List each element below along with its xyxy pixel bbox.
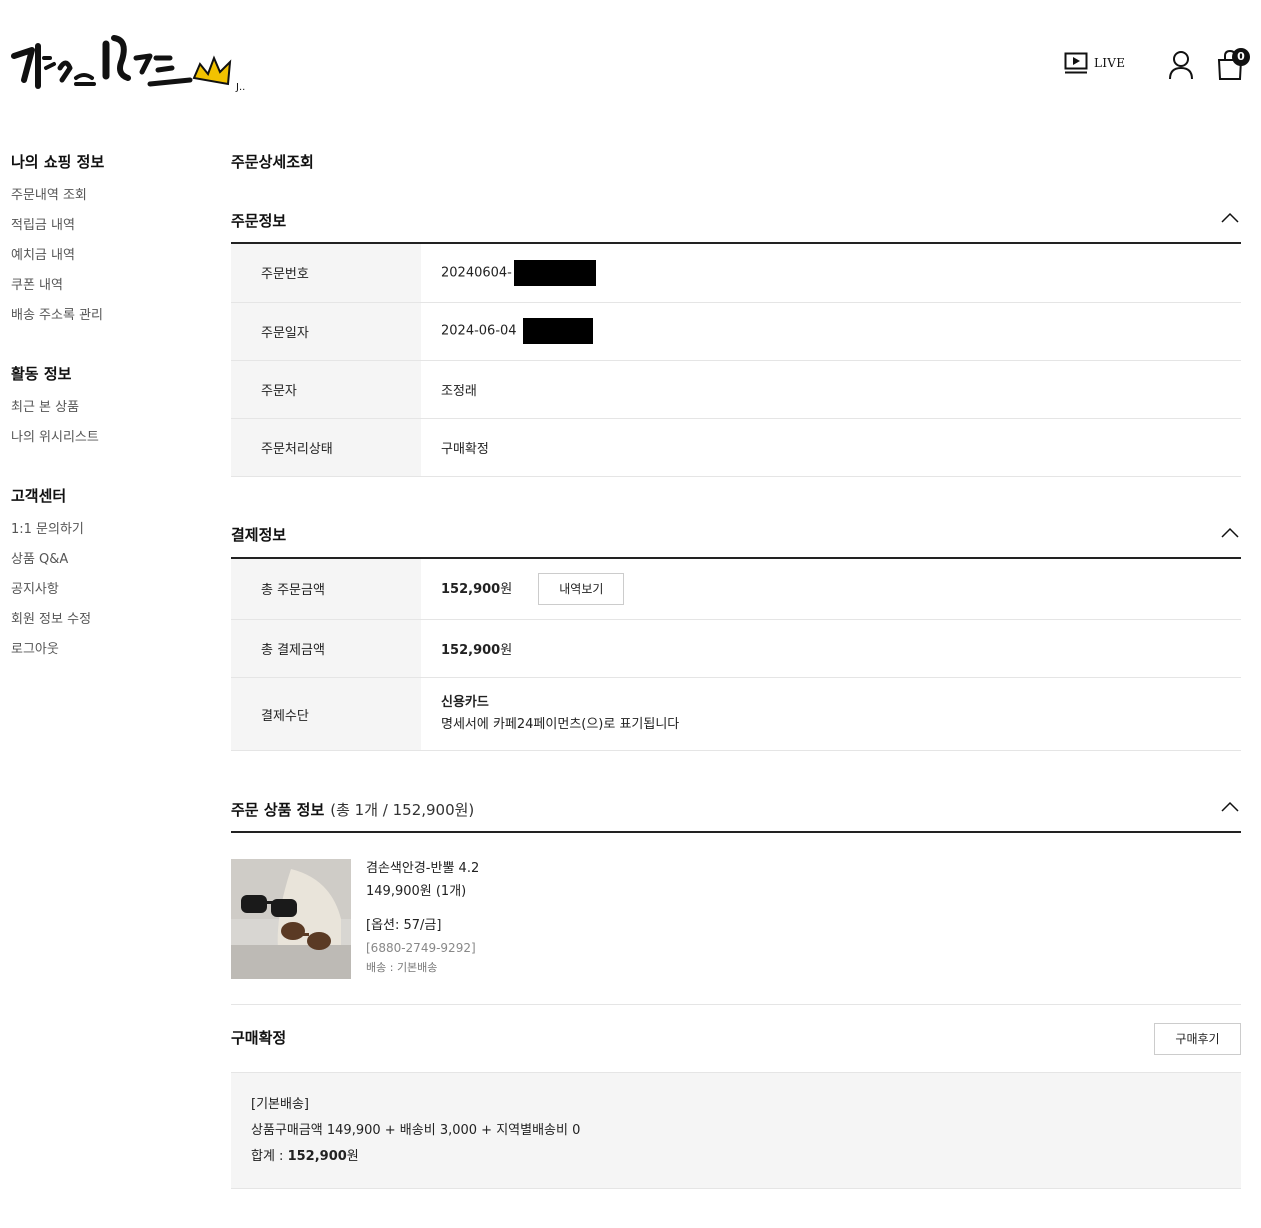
total-order-amount: 152,900 xyxy=(441,581,501,597)
product-thumbnail[interactable] xyxy=(231,859,351,979)
payment-method-note: 명세서에 카페24페이먼츠(으)로 표기됩니다 xyxy=(441,717,680,732)
redacted-block xyxy=(513,259,596,286)
cart-button[interactable]: 0 xyxy=(1216,48,1250,82)
product-code: [6880-2749-9292] xyxy=(366,941,476,955)
live-play-icon xyxy=(1064,52,1088,74)
section-title: 주문 상품 정보 xyxy=(231,800,325,819)
purchase-confirm-header: 구매확정 구매후기 xyxy=(231,1005,1241,1073)
chevron-up-icon[interactable] xyxy=(1221,527,1239,539)
purchase-status-title: 구매확정 xyxy=(231,1029,287,1047)
total-order-cell: 152,900원 내역보기 xyxy=(421,558,1241,620)
payment-info-table: 총 주문금액 152,900원 내역보기 총 결제금액 152,900원 결제수… xyxy=(231,558,1241,751)
sidebar-group-support: 고객센터 1:1 문의하기 상품 Q&A 공지사항 회원 정보 수정 로그아웃 xyxy=(11,484,201,670)
sidebar-item-coupons[interactable]: 쿠폰 내역 xyxy=(11,276,201,306)
row-label: 총 주문금액 xyxy=(231,558,421,620)
chevron-up-icon[interactable] xyxy=(1221,212,1239,224)
sidebar-group-activity: 활동 정보 최근 본 상품 나의 위시리스트 xyxy=(11,362,201,458)
sidebar-group-shopping: 나의 쇼핑 정보 주문내역 조회 적립금 내역 예치금 내역 쿠폰 내역 배송 … xyxy=(11,150,201,336)
product-info-header[interactable]: 주문 상품 정보 (총 1개 / 152,900원) xyxy=(231,787,1241,833)
product-name[interactable]: 겸손색안경-반뿔 4.2 xyxy=(366,859,479,881)
section-title: 결제정보 xyxy=(231,526,287,544)
order-date: 2024-06-04 xyxy=(441,323,517,339)
table-row: 총 주문금액 152,900원 내역보기 xyxy=(231,558,1241,620)
currency-unit: 원 xyxy=(346,1149,359,1164)
svg-text:J..: J.. xyxy=(235,82,245,93)
sidebar-group-title: 고객센터 xyxy=(11,487,67,505)
order-info-table: 주문번호 20240604- 주문일자 2024-06-04 주문자 조정래 주… xyxy=(231,244,1241,477)
row-label: 주문일자 xyxy=(231,302,421,361)
shipping-type: [기본배송] xyxy=(251,1097,309,1112)
live-link[interactable]: LIVE xyxy=(1064,52,1125,74)
price-breakdown: 상품구매금액 149,900 + 배송비 3,000 + 지역별배송비 0 xyxy=(251,1123,581,1138)
payment-method-cell: 신용카드 명세서에 카페24페이먼츠(으)로 표기됩니다 xyxy=(421,677,1241,751)
order-info-header[interactable]: 주문정보 xyxy=(231,198,1241,244)
row-label: 주문처리상태 xyxy=(231,418,421,477)
section-title: 주문정보 xyxy=(231,211,287,230)
section-subtitle: (총 1개 / 152,900원) xyxy=(330,800,475,819)
row-label: 총 결제금액 xyxy=(231,619,421,678)
table-row: 주문처리상태 구매확정 xyxy=(231,418,1241,477)
total-amount: 152,900 xyxy=(287,1149,347,1164)
write-review-button[interactable]: 구매후기 xyxy=(1154,1023,1241,1055)
user-icon[interactable] xyxy=(1167,50,1195,80)
order-status: 구매확정 xyxy=(421,418,1241,477)
sidebar-item-inquiry[interactable]: 1:1 문의하기 xyxy=(11,520,201,550)
sidebar-item-wishlist[interactable]: 나의 위시리스트 xyxy=(11,428,201,458)
order-date-cell: 2024-06-04 xyxy=(421,302,1241,361)
sidebar-item-recent-products[interactable]: 최근 본 상품 xyxy=(11,398,201,428)
chevron-up-icon[interactable] xyxy=(1221,801,1239,813)
table-row: 주문일자 2024-06-04 xyxy=(231,302,1241,361)
total-pay-amount: 152,900 xyxy=(441,643,501,658)
sidebar-group-title: 활동 정보 xyxy=(11,365,72,383)
order-detail-main: 주문상세조회 주문정보 주문번호 20240604- 주문일자 2024-06-… xyxy=(231,150,1241,1189)
product-option: [옵션: 57/금] xyxy=(366,918,442,933)
row-label: 주문번호 xyxy=(231,244,421,303)
sidebar-item-points[interactable]: 적립금 내역 xyxy=(11,216,201,246)
shipping-summary: [기본배송] 상품구매금액 149,900 + 배송비 3,000 + 지역별배… xyxy=(231,1073,1241,1189)
sidebar-group-title: 나의 쇼핑 정보 xyxy=(11,153,105,171)
orderer-name: 조정래 xyxy=(421,360,1241,419)
sidebar-item-logout[interactable]: 로그아웃 xyxy=(11,640,201,670)
table-row: 주문번호 20240604- xyxy=(231,244,1241,303)
total-label: 합계 : xyxy=(251,1149,288,1164)
sidebar-item-order-history[interactable]: 주문내역 조회 xyxy=(11,186,201,216)
table-row: 결제수단 신용카드 명세서에 카페24페이먼츠(으)로 표기됩니다 xyxy=(231,677,1241,751)
total-pay-cell: 152,900원 xyxy=(421,619,1241,678)
product-price: 149,900원 (1개) xyxy=(366,884,467,899)
table-row: 총 결제금액 152,900원 xyxy=(231,619,1241,678)
redacted-block xyxy=(522,318,593,344)
cart-count-badge: 0 xyxy=(1232,48,1250,66)
sidebar-item-deposit[interactable]: 예치금 내역 xyxy=(11,246,201,276)
detail-view-button[interactable]: 내역보기 xyxy=(538,572,625,605)
sidebar-item-notices[interactable]: 공지사항 xyxy=(11,580,201,610)
brand-logo[interactable]: J.. xyxy=(10,28,255,98)
product-shipping: 배송 : 기본배송 xyxy=(366,961,438,974)
sidebar-nav: 나의 쇼핑 정보 주문내역 조회 적립금 내역 예치금 내역 쿠폰 내역 배송 … xyxy=(11,150,201,696)
sidebar-item-address-book[interactable]: 배송 주소록 관리 xyxy=(11,306,201,336)
live-label: LIVE xyxy=(1094,56,1126,70)
payment-info-header[interactable]: 결제정보 xyxy=(231,513,1241,559)
payment-method: 신용카드 xyxy=(441,695,489,710)
order-number: 20240604- xyxy=(441,265,512,281)
sidebar-item-product-qa[interactable]: 상품 Q&A xyxy=(11,550,201,580)
total-line: 합계 : 152,900원 xyxy=(251,1147,1241,1173)
table-row: 주문자 조정래 xyxy=(231,360,1241,419)
row-label: 결제수단 xyxy=(231,677,421,751)
currency-unit: 원 xyxy=(500,643,513,658)
page-title: 주문상세조회 xyxy=(231,153,314,171)
sidebar-item-edit-profile[interactable]: 회원 정보 수정 xyxy=(11,610,201,640)
site-header: J.. LIVE 0 xyxy=(0,0,1261,130)
currency-unit: 원 xyxy=(500,581,513,597)
order-number-cell: 20240604- xyxy=(421,244,1241,303)
order-product-item: 겸손색안경-반뿔 4.2 149,900원 (1개) [옵션: 57/금] [6… xyxy=(231,833,1241,1005)
row-label: 주문자 xyxy=(231,360,421,419)
product-details: 겸손색안경-반뿔 4.2 149,900원 (1개) [옵션: 57/금] [6… xyxy=(366,859,479,977)
